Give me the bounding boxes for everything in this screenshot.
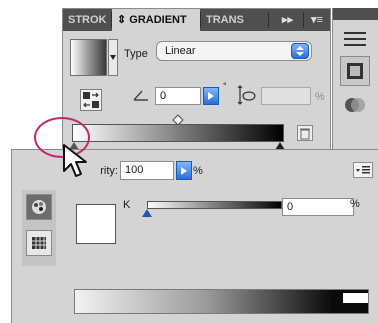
dock-header <box>333 8 378 20</box>
tab-stroke[interactable]: STROK <box>63 9 111 31</box>
gradient-swatch[interactable] <box>70 39 107 76</box>
hamburger-button[interactable] <box>340 24 370 54</box>
panel-menu-icon[interactable]: ▾≡ <box>306 9 328 31</box>
type-select[interactable]: Linear <box>156 41 312 61</box>
k-channel-unit: % <box>350 198 360 210</box>
k-channel-label: K <box>123 199 131 211</box>
opacity-input[interactable]: 100 <box>120 161 174 180</box>
gradient-panel: STROK ⇕ GRADIENT TRANS ▸▸ ▾≡ Type Linear… <box>62 8 331 150</box>
opacity-unit: % <box>193 165 203 177</box>
arrow-cursor-icon <box>63 144 87 177</box>
degree-symbol: ° <box>223 81 227 91</box>
chevron-up-down-icon <box>291 43 309 59</box>
type-label: Type <box>124 48 148 60</box>
angle-dropdown-button[interactable] <box>203 87 219 105</box>
tab-transparency[interactable]: TRANS <box>201 9 251 31</box>
right-dock <box>332 8 378 150</box>
color-panel-menu-button[interactable] <box>353 162 373 178</box>
color-mode-toolbar <box>22 190 56 266</box>
stroke-panel-button[interactable] <box>340 56 370 86</box>
ramp-white-swatch[interactable] <box>343 293 368 303</box>
hamburger-icon <box>344 32 366 46</box>
angle-icon <box>133 90 148 101</box>
transparency-panel-button[interactable] <box>340 90 370 120</box>
tab-divider <box>303 12 304 28</box>
angle-input[interactable]: 0 <box>155 87 201 105</box>
panel-tab-bar: STROK ⇕ GRADIENT TRANS ▸▸ ▾≡ <box>63 9 330 31</box>
k-channel-input[interactable]: 0 <box>282 198 354 216</box>
panel-menu-icon <box>356 166 370 174</box>
square-panel-icon <box>347 63 363 79</box>
aspect-ratio-icon <box>237 85 256 105</box>
gradient-swatch-dropdown[interactable] <box>108 39 118 76</box>
k-slider-thumb[interactable] <box>142 209 152 217</box>
swatches-grid-icon <box>32 237 46 249</box>
tab-gradient[interactable]: ⇕ GRADIENT <box>112 9 200 31</box>
tab-divider <box>268 12 269 28</box>
chevron-right-icon <box>181 167 187 175</box>
aspect-ratio-unit: % <box>315 91 325 103</box>
color-ramp[interactable] <box>74 289 369 314</box>
reverse-gradient-button[interactable] <box>80 89 102 111</box>
trash-icon <box>300 128 310 140</box>
k-channel-slider[interactable] <box>147 201 282 209</box>
gradient-slider-bar[interactable] <box>72 124 284 142</box>
aspect-ratio-input[interactable] <box>261 87 311 105</box>
chevron-right-icon <box>208 92 214 100</box>
color-picker-icon <box>32 200 46 214</box>
delete-stop-button[interactable] <box>297 125 313 141</box>
overlap-circles-icon <box>345 98 365 112</box>
color-picker-button[interactable] <box>26 194 52 220</box>
swatches-button[interactable] <box>26 230 52 256</box>
opacity-dropdown-button[interactable] <box>176 161 192 180</box>
fill-color-swatch[interactable] <box>76 204 116 244</box>
chevron-down-icon <box>110 55 116 60</box>
reverse-gradient-icon <box>83 92 99 108</box>
collapse-icon[interactable]: ▸▸ <box>277 9 301 31</box>
type-select-value: Linear <box>165 45 196 57</box>
